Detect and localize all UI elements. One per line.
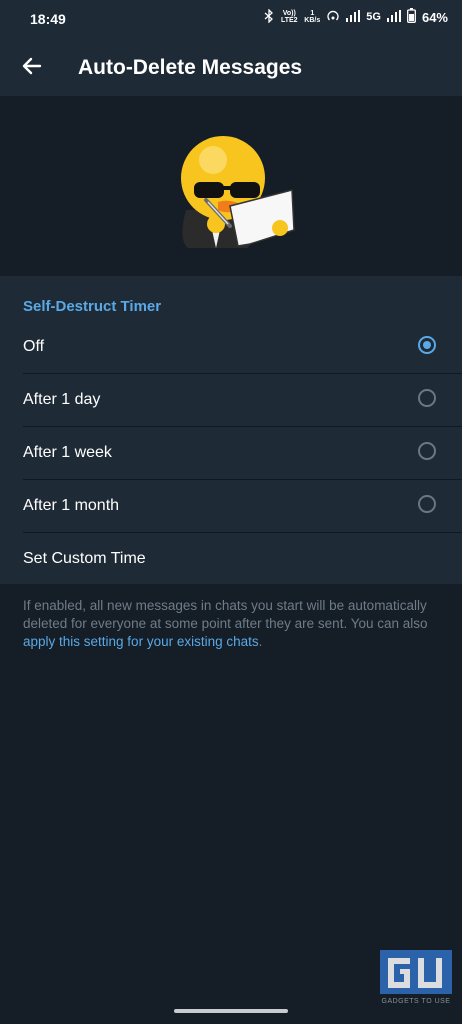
- hotspot-icon: [326, 9, 340, 26]
- network-speed: 1 KB/s: [304, 10, 321, 24]
- option-after-1-month[interactable]: After 1 month: [0, 480, 462, 533]
- status-time: 18:49: [30, 11, 66, 27]
- info-description: If enabled, all new messages in chats yo…: [23, 598, 428, 631]
- hero-section: [0, 96, 462, 276]
- option-label: After 1 day: [23, 391, 101, 408]
- radio-button[interactable]: [418, 495, 436, 513]
- app-bar: Auto-Delete Messages: [0, 40, 462, 96]
- option-off[interactable]: Off: [0, 321, 462, 374]
- set-custom-time-button[interactable]: Set Custom Time: [0, 533, 462, 586]
- option-label: After 1 week: [23, 444, 112, 461]
- back-button[interactable]: [14, 50, 50, 86]
- watermark-logo: GADGETS TO USE: [378, 948, 454, 1008]
- duck-sticker-image: [168, 120, 300, 255]
- apply-existing-chats-link[interactable]: apply this setting for your existing cha…: [23, 634, 259, 649]
- battery-percent: 64%: [421, 9, 448, 25]
- info-text: If enabled, all new messages in chats yo…: [23, 597, 433, 651]
- bluetooth-icon: [264, 7, 274, 26]
- option-after-1-week[interactable]: After 1 week: [0, 427, 462, 480]
- option-after-1-day[interactable]: After 1 day: [0, 374, 462, 427]
- page-title: Auto-Delete Messages: [78, 56, 303, 79]
- status-icons: Vo)) LTE2 1 KB/s 5G 64%: [264, 7, 448, 26]
- arrow-left-icon: [22, 56, 42, 81]
- section-title: Self-Destruct Timer: [23, 298, 162, 315]
- status-bar: 18:49 Vo)) LTE2 1 KB/s 5G 64%: [0, 0, 462, 40]
- battery-icon: [407, 8, 416, 26]
- option-label: Off: [23, 338, 45, 355]
- watermark-text: GADGETS TO USE: [381, 998, 451, 1005]
- signal-icon: [346, 9, 361, 25]
- radio-button[interactable]: [418, 442, 436, 460]
- info-end: .: [258, 634, 263, 649]
- volte-indicator: Vo)) LTE2: [280, 10, 298, 24]
- radio-button[interactable]: [418, 389, 436, 407]
- home-indicator[interactable]: [174, 1009, 288, 1013]
- settings-card: Self-Destruct Timer Off After 1 day Afte…: [0, 276, 462, 584]
- custom-time-label: Set Custom Time: [23, 550, 146, 567]
- option-label: After 1 month: [23, 497, 120, 514]
- signal-icon-2: [386, 9, 401, 25]
- radio-button-selected[interactable]: [418, 336, 436, 354]
- network-type: 5G: [366, 11, 381, 23]
